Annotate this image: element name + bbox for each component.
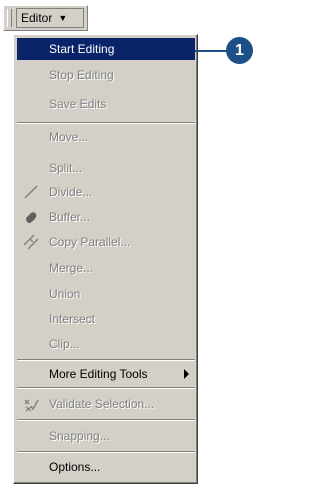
menu-item-label: Buffer... [49, 210, 91, 224]
buffer-icon [26, 212, 37, 223]
menu-item-merge[interactable]: Merge... [17, 257, 195, 279]
menu-item-label: Stop Editing [49, 68, 114, 82]
menu-item-split[interactable]: Split... [17, 157, 195, 179]
menu-item-label: Union [49, 287, 81, 301]
toolbar-grip[interactable] [7, 9, 12, 27]
menu-separator [17, 419, 195, 421]
menu-item-label: Copy Parallel... [49, 235, 131, 249]
menu-item-label: Start Editing [49, 42, 115, 56]
menu-item-label: Save Edits [49, 97, 107, 111]
menu-item-label: Snapping... [49, 429, 110, 443]
menu-item-save-edits[interactable]: Save Edits [17, 93, 195, 115]
menu-item-stop-editing[interactable]: Stop Editing [17, 64, 195, 86]
validate-selection-icon [24, 399, 39, 412]
menu-separator [17, 451, 195, 453]
copy-parallel-icon [23, 234, 39, 250]
submenu-arrow-icon [184, 369, 189, 379]
menu-item-buffer[interactable]: Buffer... [17, 206, 195, 228]
menu-item-label: Split... [49, 161, 83, 175]
menu-item-label: Clip... [49, 337, 80, 351]
menu-item-intersect[interactable]: Intersect [17, 308, 195, 330]
menu-item-more-editing-tools[interactable]: More Editing Tools [17, 363, 195, 385]
menu-item-label: Merge... [49, 261, 94, 275]
divide-line-icon [24, 185, 38, 199]
menu-item-label: Validate Selection... [49, 397, 155, 411]
menu-item-clip[interactable]: Clip... [17, 333, 195, 355]
menu-item-options[interactable]: Options... [17, 456, 195, 478]
menu-item-move[interactable]: Move... [17, 126, 195, 148]
menu-item-label: More Editing Tools [49, 367, 148, 381]
menu-item-label: Intersect [49, 312, 96, 326]
menu-item-copy-parallel[interactable]: Copy Parallel... [17, 231, 195, 253]
editor-menu-button[interactable]: Editor ▼ [16, 8, 84, 28]
callout-number-badge: 1 [226, 37, 253, 64]
menu-separator [17, 122, 195, 124]
menu-separator [17, 387, 195, 389]
editor-toolbar: Editor ▼ [3, 5, 88, 31]
editor-menu-label: Editor [21, 11, 53, 25]
menu-item-start-editing[interactable]: Start Editing [17, 38, 195, 60]
menu-item-label: Divide... [49, 185, 93, 199]
menu-item-label: Options... [49, 460, 101, 474]
menu-separator [17, 359, 195, 361]
editor-dropdown-menu: Start Editing Stop Editing Save Edits Mo… [13, 34, 198, 484]
dropdown-arrow-icon: ▼ [58, 13, 68, 23]
menu-item-union[interactable]: Union [17, 283, 195, 305]
menu-item-label: Move... [49, 130, 89, 144]
menu-item-divide[interactable]: Divide... [17, 181, 195, 203]
menu-item-validate-selection[interactable]: Validate Selection... [17, 393, 195, 415]
menu-item-snapping[interactable]: Snapping... [17, 425, 195, 447]
